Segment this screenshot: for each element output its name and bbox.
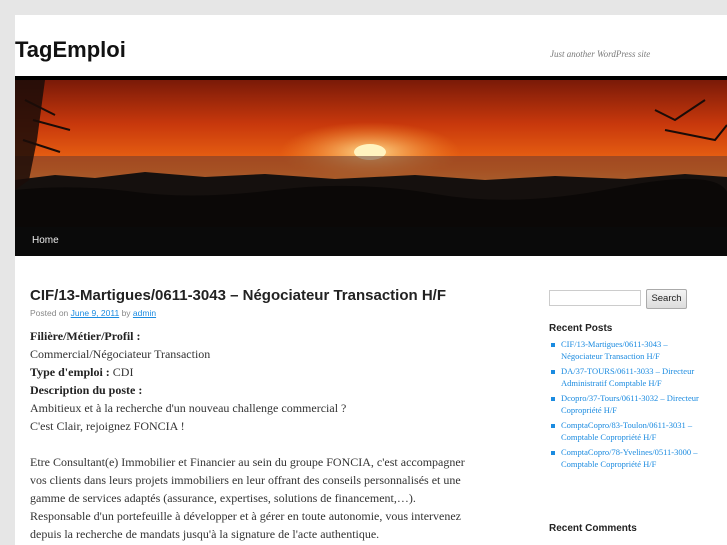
recent-post-link[interactable]: DA/37-TOURS/0611-3033 – Directeur Admini… (561, 366, 694, 388)
recent-posts-title: Recent Posts (549, 323, 613, 334)
description-label: Description du poste : (30, 383, 143, 397)
recent-post-link[interactable]: CIF/13-Martigues/0611-3043 – Négociateur… (561, 339, 668, 361)
bullet-icon (551, 343, 555, 347)
recent-post-link[interactable]: Dcopro/37-Tours/0611-3032 – Directeur Co… (561, 393, 699, 415)
body-line: Etre Consultant(e) Immobilier et Financi… (30, 455, 465, 469)
recent-comments-title: Recent Comments (549, 523, 637, 534)
post-body: Filière/Métier/Profil : Commercial/Négoc… (30, 327, 500, 543)
main-navigation: Home (15, 227, 727, 256)
filiere-value: Commercial/Négociateur Transaction (30, 347, 211, 361)
body-line: vos clients dans leurs projets immobilie… (30, 473, 461, 487)
body-line: Responsable d'un portefeuille à développ… (30, 509, 462, 523)
filiere-label: Filière/Métier/Profil : (30, 329, 141, 343)
post-title[interactable]: CIF/13-Martigues/0611-3043 – Négociateur… (30, 285, 500, 307)
bullet-icon (551, 451, 555, 455)
type-label: Type d'emploi : (30, 365, 110, 379)
list-item: CIF/13-Martigues/0611-3043 – Négociateur… (549, 339, 709, 362)
search-button[interactable]: Search (646, 289, 687, 309)
bullet-icon (551, 424, 555, 428)
post-date-link[interactable]: June 9, 2011 (71, 308, 120, 318)
list-item: ComptaCopro/78-Yvelines/0511-3000 – Comp… (549, 447, 709, 470)
page: TagEmploi Just another WordPress site Ho… (15, 15, 727, 545)
sunset-image (15, 80, 727, 227)
bullet-icon (551, 397, 555, 401)
posted-on-label: Posted on (30, 308, 69, 318)
recent-post-link[interactable]: ComptaCopro/78-Yvelines/0511-3000 – Comp… (561, 447, 697, 469)
recent-post-link[interactable]: ComptaCopro/83-Toulon/0611-3031 – Compta… (561, 420, 692, 442)
body-line: C'est Clair, rejoignez FONCIA ! (30, 419, 185, 433)
list-item: ComptaCopro/83-Toulon/0611-3031 – Compta… (549, 420, 709, 443)
recent-posts-list: CIF/13-Martigues/0611-3043 – Négociateur… (549, 339, 709, 474)
header-image (15, 76, 727, 227)
post-content: CIF/13-Martigues/0611-3043 – Négociateur… (30, 285, 500, 543)
search-input[interactable] (549, 290, 641, 306)
site-title[interactable]: TagEmploi (15, 37, 126, 63)
body-line: gamme de services adaptés (assurance, ex… (30, 491, 416, 505)
nav-home-link[interactable]: Home (32, 235, 59, 246)
body-line: Ambitieux et à la recherche d'un nouveau… (30, 401, 347, 415)
list-item: Dcopro/37-Tours/0611-3032 – Directeur Co… (549, 393, 709, 416)
by-label: by (121, 308, 131, 318)
post-meta: Posted on June 9, 2011 by admin (30, 308, 500, 318)
bullet-icon (551, 370, 555, 374)
body-line: depuis la recherche de mandats jusqu'à l… (30, 527, 380, 541)
site-tagline: Just another WordPress site (550, 49, 651, 59)
list-item: DA/37-TOURS/0611-3033 – Directeur Admini… (549, 366, 709, 389)
author-link[interactable]: admin (133, 308, 156, 318)
type-value: CDI (112, 365, 134, 379)
